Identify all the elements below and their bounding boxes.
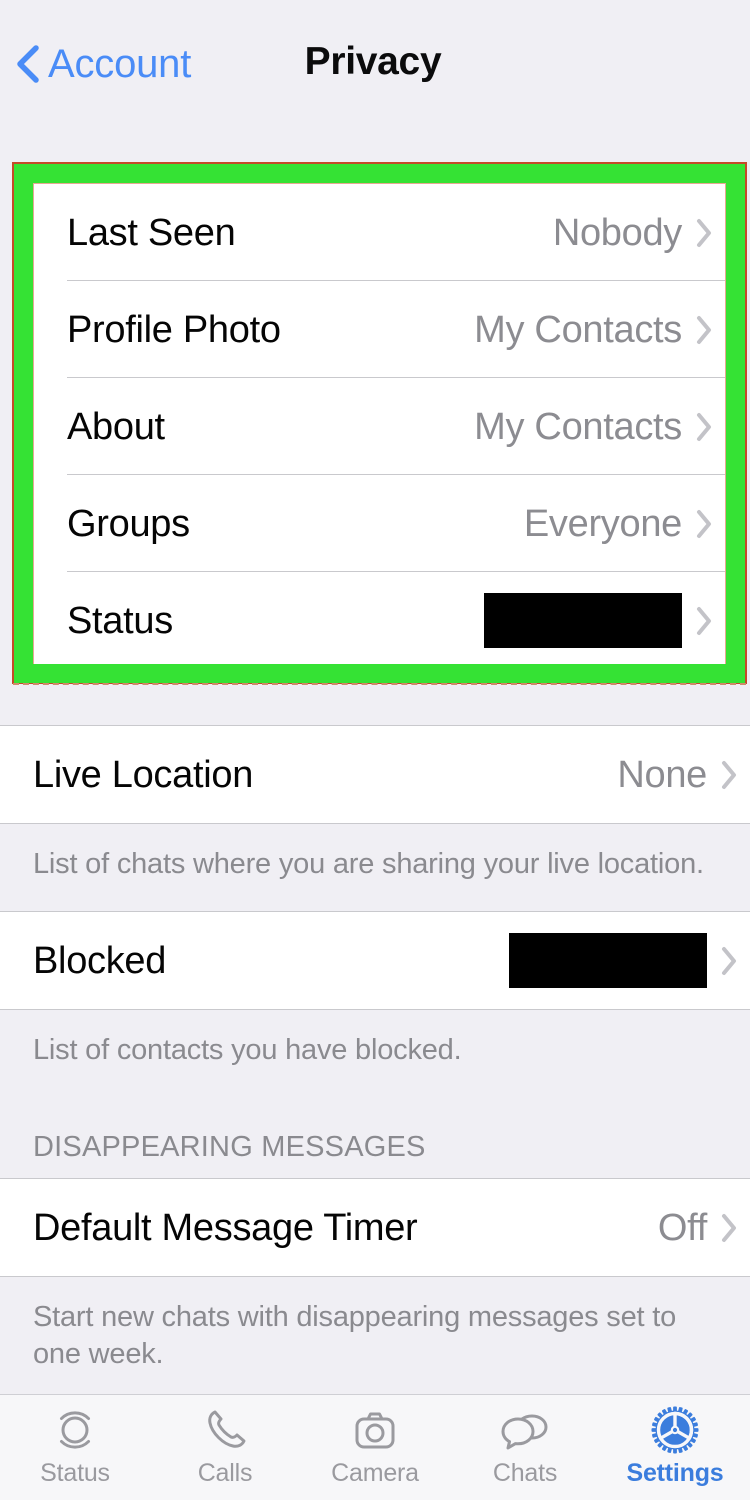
row-right: Nobody xyxy=(553,214,713,252)
page-title: Privacy xyxy=(304,40,442,83)
disappearing-messages-footer: Start new chats with disappearing messag… xyxy=(0,1277,750,1401)
row-status[interactable]: Status xyxy=(34,572,725,664)
row-blocked[interactable]: Blocked xyxy=(0,912,750,1009)
row-label: Blocked xyxy=(33,939,167,982)
row-value: Nobody xyxy=(552,211,682,254)
row-value: My Contacts xyxy=(474,308,682,351)
row-right: Everyone xyxy=(524,505,713,543)
chevron-right-icon xyxy=(722,760,736,789)
row-right: None xyxy=(617,756,738,794)
row-right: Off xyxy=(658,1209,738,1247)
tab-label: Settings xyxy=(626,1459,724,1487)
blocked-footer: List of contacts you have blocked. xyxy=(0,1010,750,1097)
phone-icon xyxy=(208,1410,246,1448)
chevron-right-icon xyxy=(722,946,736,975)
row-right xyxy=(484,593,713,648)
disappearing-messages-section-header: DISAPPEARING MESSAGES xyxy=(0,1097,750,1178)
row-right xyxy=(509,933,738,988)
row-value: None xyxy=(617,753,707,796)
chevron-right-icon xyxy=(697,509,711,538)
chevron-right-icon xyxy=(722,1213,736,1242)
highlight-dashed-underline xyxy=(13,683,746,685)
live-location-group: Live Location None xyxy=(0,725,750,824)
live-location-footer: List of chats where you are sharing your… xyxy=(0,824,750,911)
camera-icon xyxy=(355,1412,395,1449)
row-value: Everyone xyxy=(523,502,682,545)
chat-bubbles-icon xyxy=(501,1414,548,1450)
row-about[interactable]: About My Contacts xyxy=(34,378,725,475)
row-label: Groups xyxy=(67,502,190,545)
disappearing-messages-group: Default Message Timer Off xyxy=(0,1178,750,1277)
privacy-settings-group: Last Seen Nobody Profile Photo My Contac… xyxy=(33,183,726,664)
section-spacer xyxy=(0,684,750,725)
tab-label: Status xyxy=(40,1459,110,1487)
row-live-location[interactable]: Live Location None xyxy=(0,726,750,823)
status-rings-icon xyxy=(60,1411,90,1449)
row-last-seen[interactable]: Last Seen Nobody xyxy=(34,184,725,281)
settings-list: Live Location None List of chats where y… xyxy=(0,684,750,1500)
tab-label: Chats xyxy=(492,1459,558,1487)
row-profile-photo[interactable]: Profile Photo My Contacts xyxy=(34,281,725,378)
tab-bar: Status Calls Camera Chats Settings xyxy=(0,1394,750,1500)
tab-label: Camera xyxy=(331,1459,419,1487)
highlight-annotation-box: Last Seen Nobody Profile Photo My Contac… xyxy=(12,162,747,685)
blocked-group: Blocked xyxy=(0,911,750,1010)
row-default-message-timer[interactable]: Default Message Timer Off xyxy=(0,1179,750,1276)
tab-calls[interactable]: Calls xyxy=(150,1395,300,1500)
row-label: Live Location xyxy=(33,753,254,796)
row-right: My Contacts xyxy=(474,408,713,446)
row-label: Default Message Timer xyxy=(33,1206,418,1249)
row-value: Off xyxy=(657,1206,707,1249)
row-label: Last Seen xyxy=(67,211,236,254)
row-groups[interactable]: Groups Everyone xyxy=(34,475,725,572)
gear-icon xyxy=(651,1406,699,1454)
tab-chats[interactable]: Chats xyxy=(450,1395,600,1500)
row-label: About xyxy=(67,405,165,448)
chevron-right-icon xyxy=(697,218,711,247)
redacted-value-bar xyxy=(509,933,707,988)
tab-status[interactable]: Status xyxy=(0,1395,150,1500)
nav-bar: Account Privacy xyxy=(0,0,750,163)
tab-camera[interactable]: Camera xyxy=(300,1395,450,1500)
redacted-value-bar xyxy=(484,593,682,648)
row-value: My Contacts xyxy=(474,405,682,448)
chevron-right-icon xyxy=(697,606,711,635)
row-label: Profile Photo xyxy=(67,308,281,351)
tab-label: Calls xyxy=(197,1459,253,1487)
chevron-right-icon xyxy=(697,315,711,344)
row-label: Status xyxy=(67,599,173,642)
chevron-right-icon xyxy=(697,412,711,441)
row-right: My Contacts xyxy=(474,311,713,349)
tab-settings[interactable]: Settings xyxy=(600,1395,750,1500)
